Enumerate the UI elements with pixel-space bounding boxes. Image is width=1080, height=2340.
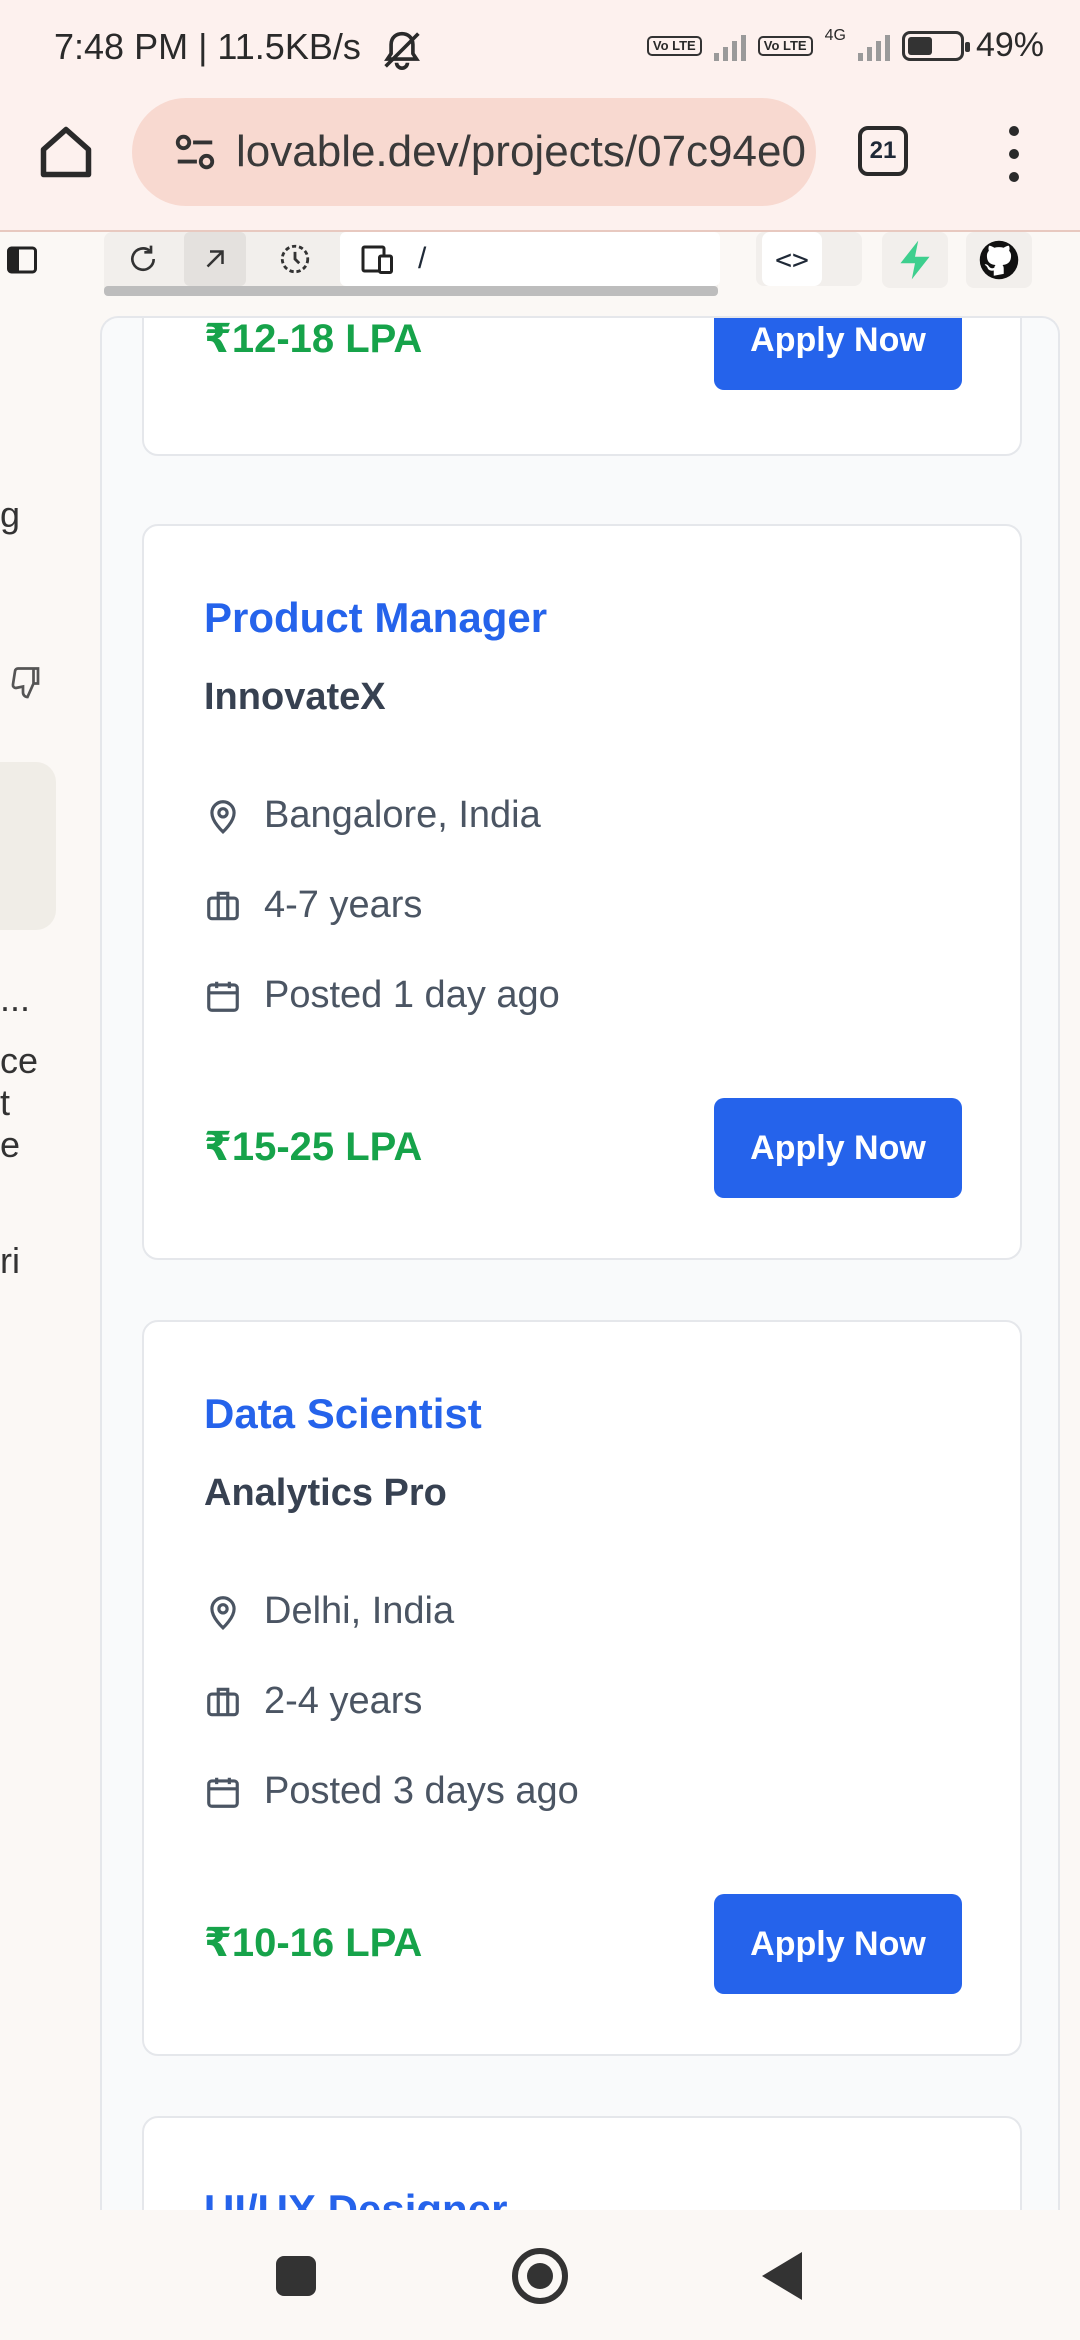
- route-path-field[interactable]: /: [340, 232, 720, 286]
- more-options-icon[interactable]: [1000, 126, 1028, 182]
- chat-panel: g ... ce t e ri: [0, 310, 100, 2210]
- github-button[interactable]: [966, 232, 1032, 288]
- chat-text-fragment: t: [0, 1082, 11, 1123]
- job-location: Bangalore, India: [204, 794, 541, 837]
- site-settings-icon[interactable]: [172, 129, 218, 175]
- url-field[interactable]: lovable.dev/projects/07c94e0: [132, 98, 816, 206]
- editor-toolbar: / <>: [0, 232, 1080, 310]
- thumbs-down-icon[interactable]: [8, 664, 44, 700]
- sidebar-toggle-icon[interactable]: [4, 242, 40, 278]
- map-pin-icon: [210, 799, 236, 834]
- browser-url-bar: lovable.dev/projects/07c94e0 21: [0, 96, 1080, 232]
- map-pin-icon: [210, 1595, 236, 1630]
- status-bar: 7:48 PM | 11.5KB/s Vo LTE Vo LTE 4G 49%: [0, 0, 1080, 96]
- calendar-icon: [207, 981, 239, 1012]
- company-name: InnovateX: [204, 676, 386, 718]
- lightning-bolt-icon: [900, 240, 930, 280]
- system-nav-bar: [0, 2210, 1080, 2340]
- posted-text: Posted 1 day ago: [264, 974, 560, 1016]
- volte-icon-2: Vo LTE: [757, 35, 813, 56]
- refresh-button[interactable]: [112, 232, 174, 286]
- posted-text: Posted 3 days ago: [264, 1770, 579, 1812]
- chat-text-fragment: ...: [0, 978, 31, 1019]
- chat-text-fragment: ce: [0, 1040, 39, 1081]
- experience-text: 4-7 years: [264, 884, 423, 926]
- tab-switcher-button[interactable]: 21: [858, 126, 908, 176]
- job-card: UI/UX Designer: [142, 2116, 1022, 2210]
- history-button[interactable]: [264, 232, 326, 286]
- network-type: 4G: [824, 26, 846, 44]
- preview-controls: /: [104, 232, 720, 294]
- battery-fill: [907, 36, 933, 55]
- job-posted: Posted 1 day ago: [204, 974, 560, 1017]
- home-nav-button[interactable]: [512, 2248, 568, 2304]
- chat-bubble: [0, 762, 56, 930]
- signal-icon-2: [857, 31, 890, 61]
- chat-text-fragment: ri: [0, 1240, 20, 1281]
- toolbar-scrollbar[interactable]: [104, 286, 718, 296]
- code-view-group: <>: [756, 232, 862, 286]
- job-posted: Posted 3 days ago: [204, 1770, 579, 1813]
- recents-button[interactable]: [276, 2256, 316, 2296]
- battery-percent: 49%: [975, 26, 1044, 64]
- job-location: Delhi, India: [204, 1590, 454, 1633]
- apply-now-button[interactable]: Apply Now: [714, 1894, 962, 1994]
- volte-icon: Vo LTE: [646, 35, 702, 56]
- status-indicators: Vo LTE Vo LTE 4G 49%: [646, 26, 1044, 65]
- apply-now-button[interactable]: Apply Now: [714, 318, 962, 390]
- job-title[interactable]: UI/UX Designer: [204, 2186, 507, 2210]
- code-view-button[interactable]: <>: [762, 232, 822, 286]
- home-icon[interactable]: [36, 122, 96, 182]
- job-experience: 4-7 years: [204, 884, 422, 927]
- app-preview: ₹12-18 LPA Apply Now Product Manager Inn…: [100, 316, 1060, 2210]
- github-icon: [979, 240, 1019, 280]
- job-title[interactable]: Data Scientist: [204, 1390, 482, 1438]
- chat-text-fragment: g: [0, 494, 21, 535]
- chat-text-fragment: e: [0, 1124, 21, 1165]
- refresh-icon: [131, 245, 156, 272]
- back-button[interactable]: [762, 2252, 802, 2300]
- job-experience: 2-4 years: [204, 1680, 422, 1723]
- briefcase-icon: [207, 891, 239, 920]
- mute-bell-icon: [384, 31, 420, 70]
- signal-icon: [713, 31, 746, 61]
- apply-now-button[interactable]: Apply Now: [714, 1098, 962, 1198]
- experience-text: 2-4 years: [264, 1680, 423, 1722]
- device-icon[interactable]: [360, 242, 396, 276]
- job-card: Data Scientist Analytics Pro Delhi, Indi…: [142, 1320, 1022, 2056]
- job-title[interactable]: Product Manager: [204, 594, 547, 642]
- history-icon: [280, 244, 310, 274]
- salary: ₹15-25 LPA: [204, 1125, 423, 1169]
- job-card: ₹12-18 LPA Apply Now: [142, 317, 1022, 456]
- open-external-button[interactable]: [184, 232, 246, 286]
- company-name: Analytics Pro: [204, 1472, 447, 1514]
- location-text: Delhi, India: [264, 1590, 455, 1632]
- location-text: Bangalore, India: [264, 794, 541, 836]
- status-time: 7:48 PM | 11.5KB/s: [54, 26, 361, 67]
- salary: ₹10-16 LPA: [204, 1921, 423, 1965]
- battery-icon: [901, 30, 970, 61]
- calendar-icon: [207, 1777, 239, 1808]
- supabase-button[interactable]: [882, 232, 948, 288]
- briefcase-icon: [207, 1687, 239, 1716]
- arrow-up-right-icon: [206, 250, 224, 268]
- url-text: lovable.dev/projects/07c94e0: [236, 127, 806, 176]
- route-path: /: [418, 242, 427, 275]
- job-card: Product Manager InnovateX Bangalore, Ind…: [142, 524, 1022, 1260]
- salary: ₹12-18 LPA: [204, 317, 423, 361]
